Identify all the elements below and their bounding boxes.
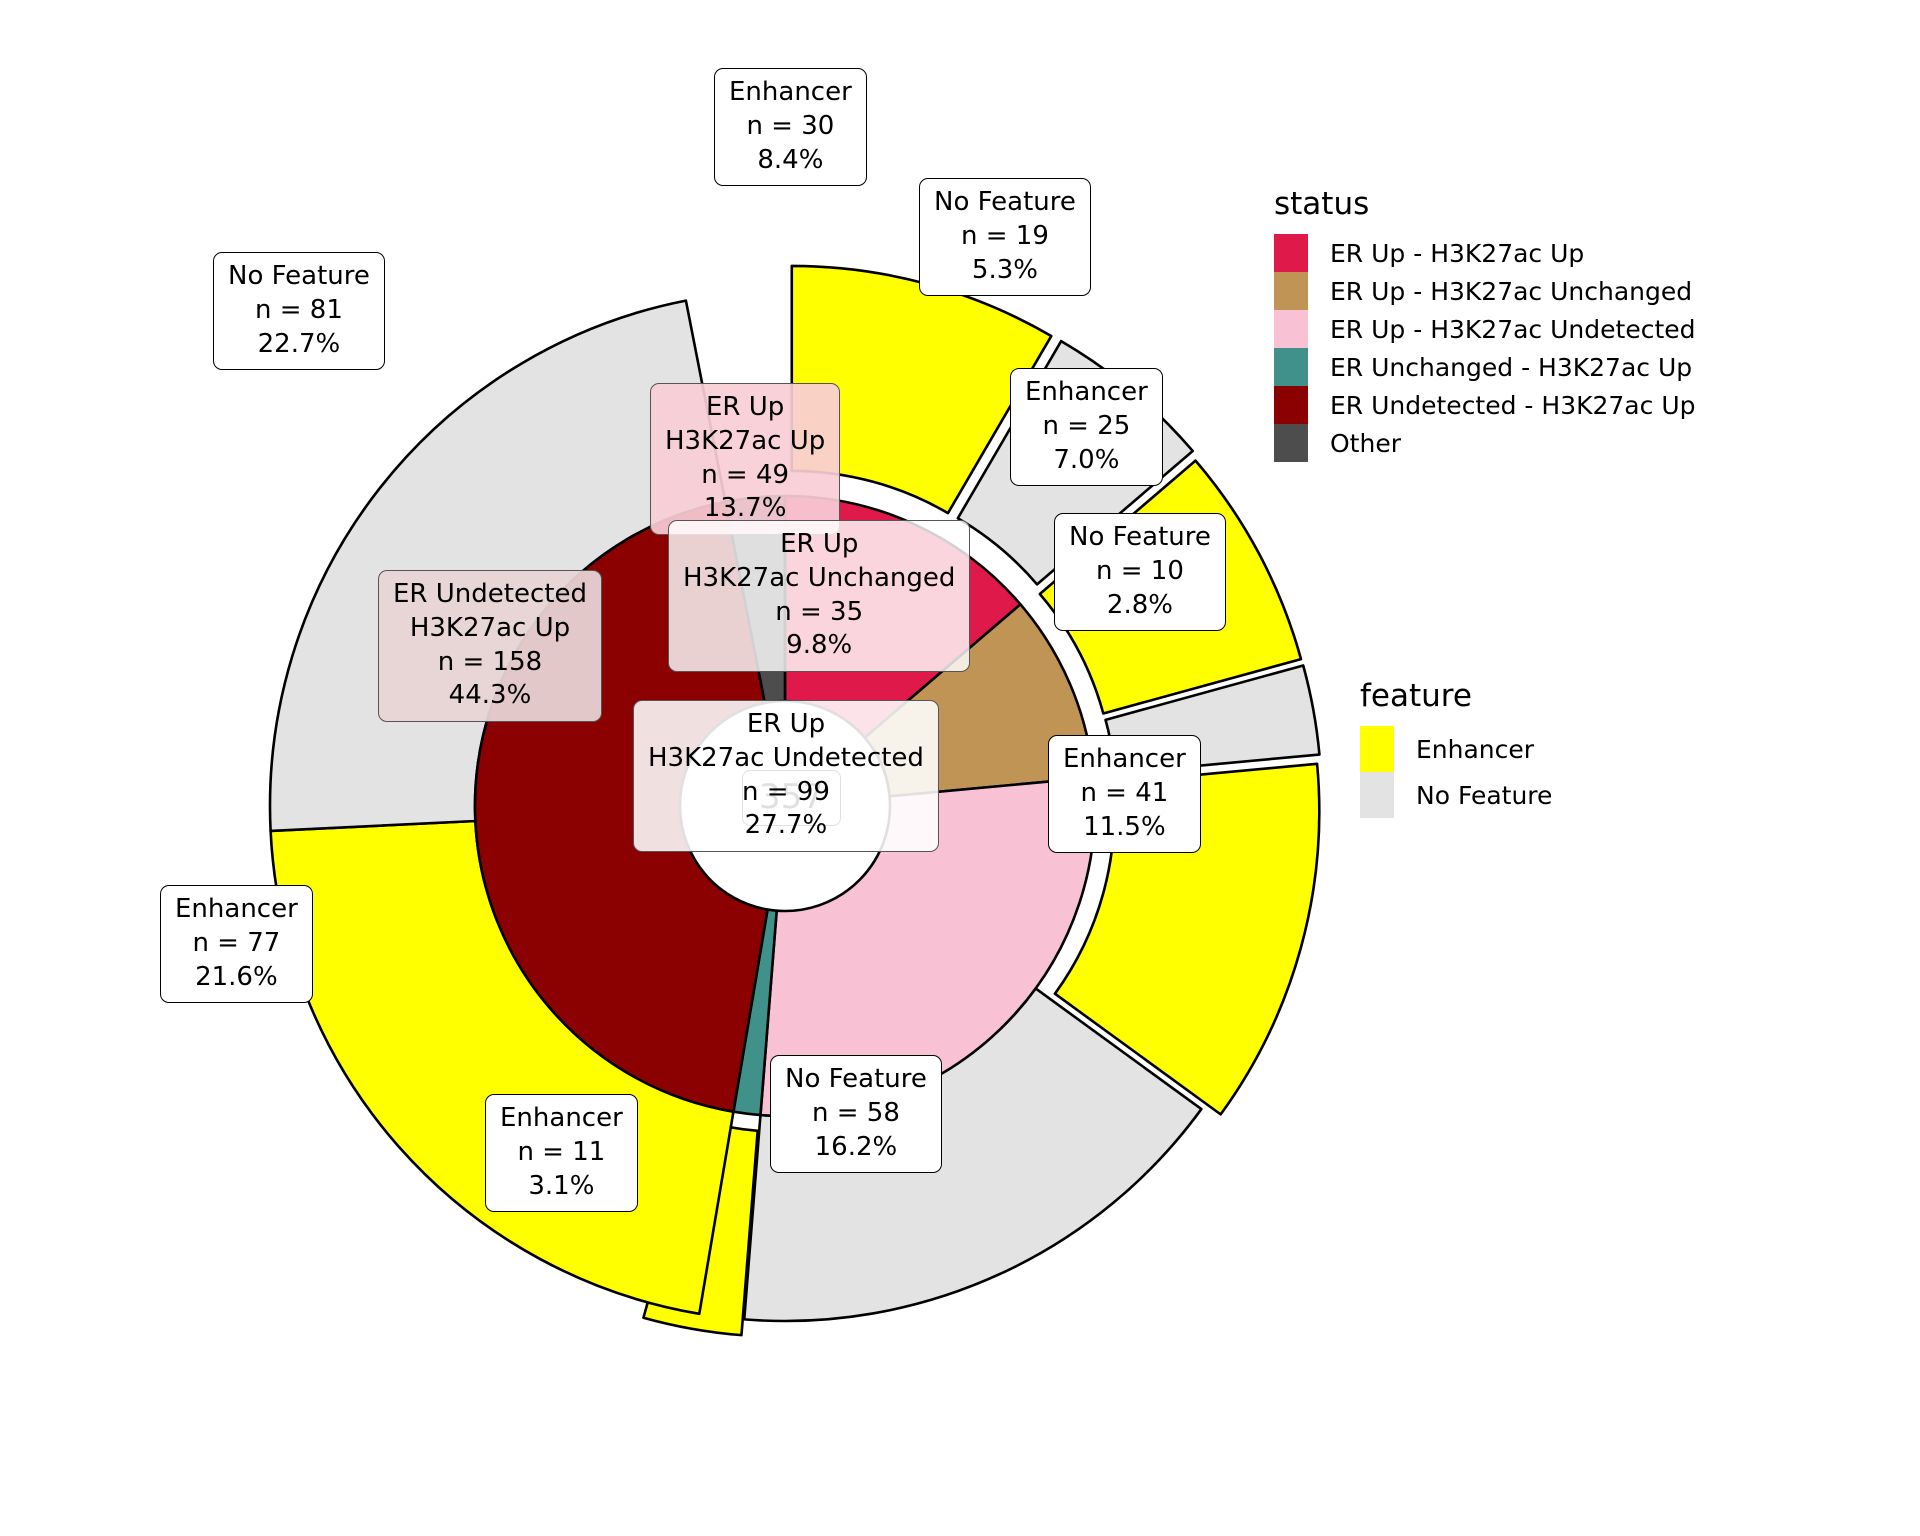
inner-label-er-undetected-h3k27ac-up: ER Undetected H3K27ac Up n = 158 44.3%: [378, 570, 602, 723]
label-percent: 44.3%: [448, 680, 532, 711]
legend-item[interactable]: Enhancer: [1360, 726, 1552, 772]
label-percent: 11.5%: [1083, 811, 1166, 842]
legend-item[interactable]: ER Up - H3K27ac Unchanged: [1274, 272, 1696, 310]
outer-label-enhancer-77: Enhancer n = 77 21.6%: [160, 885, 313, 1004]
legend-swatch: [1360, 726, 1394, 772]
label-line-2: H3K27ac Up: [409, 612, 571, 643]
label-count: n = 158: [437, 646, 543, 677]
feature-legend-title: feature: [1360, 678, 1472, 714]
label-feature: Enhancer: [1063, 744, 1186, 774]
label-count: n = 49: [701, 459, 790, 490]
outer-label-no-feature-19: No Feature n = 19 5.3%: [919, 178, 1091, 297]
legend-item[interactable]: ER Up - H3K27ac Up: [1274, 234, 1696, 272]
outer-label-enhancer-41: Enhancer n = 41 11.5%: [1048, 735, 1201, 854]
legend-swatch: [1274, 424, 1308, 462]
label-feature: No Feature: [228, 261, 370, 291]
label-line-2: H3K27ac Undetected: [648, 742, 924, 773]
legend-swatch: [1274, 348, 1308, 386]
label-count: n = 19: [960, 220, 1049, 251]
legend-swatch: [1274, 386, 1308, 424]
label-line-1: ER Up: [780, 529, 859, 559]
outer-label-enhancer-11: Enhancer n = 11 3.1%: [485, 1094, 638, 1213]
label-count: n = 58: [811, 1097, 900, 1128]
outer-label-no-feature-58: No Feature n = 58 16.2%: [770, 1055, 942, 1174]
legend-label: ER Unchanged - H3K27ac Up: [1330, 352, 1693, 382]
feature-legend-items: Enhancer No Feature: [1360, 726, 1552, 818]
legend-label: Other: [1330, 428, 1401, 458]
label-feature: Enhancer: [729, 77, 852, 107]
label-percent: 27.7%: [744, 810, 828, 841]
label-line-1: ER Undetected: [393, 579, 587, 609]
status-legend-items: ER Up - H3K27ac Up ER Up - H3K27ac Unchan…: [1274, 234, 1696, 462]
label-count: n = 11: [517, 1136, 606, 1167]
label-count: n = 30: [746, 110, 835, 141]
label-count: n = 41: [1080, 777, 1169, 808]
legend-swatch: [1274, 310, 1308, 348]
legend-item[interactable]: Other: [1274, 424, 1696, 462]
label-count: n = 77: [192, 927, 281, 958]
label-count: n = 99: [742, 776, 830, 807]
label-percent: 2.8%: [1106, 589, 1173, 620]
label-line-2: H3K27ac Unchanged: [683, 562, 956, 593]
legend-label: ER Undetected - H3K27ac Up: [1330, 390, 1696, 420]
legend-swatch: [1274, 272, 1308, 310]
label-percent: 8.4%: [757, 144, 824, 175]
label-percent: 7.0%: [1053, 444, 1120, 475]
label-percent: 22.7%: [257, 328, 341, 359]
label-count: n = 25: [1042, 410, 1131, 441]
label-feature: Enhancer: [175, 894, 298, 924]
label-feature: No Feature: [934, 187, 1076, 217]
feature-legend: feature Enhancer No Feature: [1360, 678, 1552, 818]
legend-swatch: [1274, 234, 1308, 272]
label-count: n = 10: [1095, 555, 1184, 586]
label-percent: 9.8%: [786, 630, 853, 661]
label-feature: No Feature: [1069, 522, 1211, 552]
label-count: n = 35: [775, 596, 864, 627]
label-percent: 3.1%: [528, 1170, 595, 1201]
label-percent: 16.2%: [814, 1131, 898, 1162]
outer-label-no-feature-81: No Feature n = 81 22.7%: [213, 252, 385, 371]
inner-label-er-up-h3k27ac-undetected: ER Up H3K27ac Undetected n = 99 27.7%: [633, 700, 939, 853]
label-line-1: ER Up: [705, 392, 785, 422]
outer-label-enhancer-25: Enhancer n = 25 7.0%: [1010, 368, 1163, 487]
status-legend: status ER Up - H3K27ac Up ER Up - H3K27ac…: [1274, 186, 1696, 462]
label-feature: Enhancer: [1025, 377, 1148, 407]
label-feature: Enhancer: [500, 1103, 623, 1133]
outer-label-no-feature-10: No Feature n = 10 2.8%: [1054, 513, 1226, 632]
chart-canvas: 357 ER Up H3K27ac Up n = 49 13.7% ER Up …: [0, 0, 1920, 1536]
legend-item[interactable]: ER Up - H3K27ac Undetected: [1274, 310, 1696, 348]
label-count: n = 81: [254, 294, 343, 325]
inner-label-er-up-h3k27ac-unchanged: ER Up H3K27ac Unchanged n = 35 9.8%: [668, 520, 971, 673]
label-feature: No Feature: [785, 1064, 927, 1094]
legend-label: ER Up - H3K27ac Unchanged: [1330, 276, 1693, 306]
legend-item[interactable]: ER Undetected - H3K27ac Up: [1274, 386, 1696, 424]
label-line-1: ER Up: [746, 709, 826, 739]
legend-swatch: [1360, 772, 1394, 818]
inner-label-er-up-h3k27ac-up: ER Up H3K27ac Up n = 49 13.7%: [650, 383, 841, 536]
legend-label: ER Up - H3K27ac Up: [1330, 238, 1585, 268]
legend-label: Enhancer: [1416, 734, 1535, 764]
legend-label: No Feature: [1416, 780, 1553, 810]
legend-item[interactable]: No Feature: [1360, 772, 1552, 818]
outer-label-enhancer-30: Enhancer n = 30 8.4%: [714, 68, 867, 187]
legend-label: ER Up - H3K27ac Undetected: [1330, 314, 1696, 344]
label-percent: 21.6%: [195, 961, 278, 992]
label-percent: 5.3%: [971, 254, 1038, 285]
legend-item[interactable]: ER Unchanged - H3K27ac Up: [1274, 348, 1696, 386]
label-line-2: H3K27ac Up: [665, 425, 826, 456]
status-legend-title: status: [1274, 186, 1370, 222]
